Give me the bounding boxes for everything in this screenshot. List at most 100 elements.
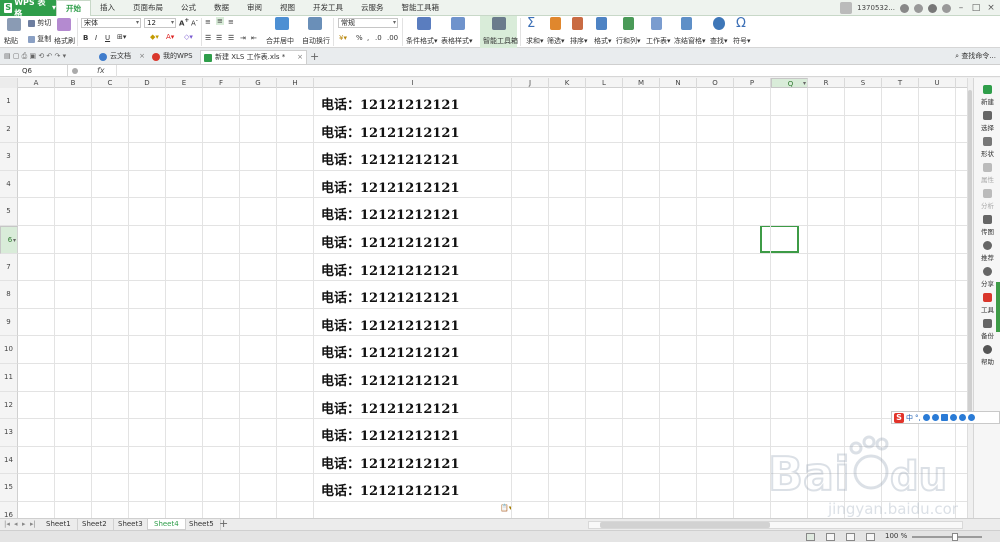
row-header-14[interactable]: 14 bbox=[0, 446, 18, 475]
cell-i7[interactable]: 电话：12121212121 bbox=[321, 260, 460, 279]
sogou-icon[interactable]: S bbox=[894, 412, 904, 423]
decrease-decimal-icon[interactable]: .00 bbox=[387, 34, 398, 42]
column-header-d[interactable]: D bbox=[129, 78, 166, 88]
spreadsheet-grid[interactable]: ABCDEFGHIJKLMNOPQRSTU 📋▾ 123456789101112… bbox=[0, 78, 967, 518]
sheet-nav-first-icon[interactable]: |◂ bbox=[4, 520, 10, 528]
row-col-icon[interactable] bbox=[623, 17, 634, 30]
skin-icon[interactable] bbox=[958, 414, 966, 421]
sort-button[interactable]: 排序▾ bbox=[570, 36, 588, 46]
increase-decimal-icon[interactable]: .0 bbox=[375, 34, 382, 42]
format-button[interactable]: 格式▾ bbox=[594, 36, 612, 46]
row-header-4[interactable]: 4 bbox=[0, 170, 18, 199]
cell-i1[interactable]: 电话：12121212121 bbox=[321, 94, 460, 113]
paste-icon[interactable] bbox=[7, 18, 21, 31]
column-header-c[interactable]: C bbox=[92, 78, 129, 88]
sheet-nav-last-icon[interactable]: ▸| bbox=[30, 520, 36, 528]
filter-button[interactable]: 筛选▾ bbox=[547, 36, 565, 46]
ime-toolbar[interactable]: S 中 °, bbox=[891, 411, 1000, 424]
paste-options-icon[interactable]: 📋▾ bbox=[500, 504, 516, 514]
tab-cloud-docs[interactable]: 云文档 × bbox=[96, 50, 148, 64]
row-header-11[interactable]: 11 bbox=[0, 364, 18, 392]
auto-wrap-button[interactable]: 自动换行 bbox=[302, 36, 330, 46]
smart-toolbox-button[interactable]: 智能工具箱 bbox=[483, 36, 518, 46]
tab-view[interactable]: 视图 bbox=[271, 0, 304, 16]
tab-review[interactable]: 审阅 bbox=[238, 0, 271, 16]
currency-icon[interactable]: ¥▾ bbox=[339, 34, 347, 42]
voice-icon[interactable] bbox=[931, 414, 939, 421]
clock-icon[interactable] bbox=[900, 3, 909, 13]
cell-i14[interactable]: 电话：12121212121 bbox=[321, 453, 460, 472]
outdent-icon[interactable]: ⇤ bbox=[251, 34, 257, 42]
column-header-f[interactable]: F bbox=[203, 78, 240, 88]
settings-icon[interactable] bbox=[928, 3, 937, 13]
column-header-n[interactable]: N bbox=[660, 78, 697, 88]
tab-smart-toolbox[interactable]: 智能工具箱 bbox=[393, 0, 449, 16]
fill-color-icon[interactable]: ◆▾ bbox=[150, 33, 159, 41]
tab-data[interactable]: 数据 bbox=[205, 0, 238, 16]
cell-i13[interactable]: 电话：12121212121 bbox=[321, 425, 460, 444]
sheet-nav-next-icon[interactable]: ▸ bbox=[22, 520, 26, 528]
side-panel-toggle[interactable] bbox=[996, 282, 1000, 332]
zoom-level[interactable]: 100 % bbox=[885, 532, 907, 540]
reading-mode-icon[interactable] bbox=[866, 533, 875, 541]
vertical-scroll-thumb[interactable] bbox=[968, 90, 972, 420]
percent-button[interactable]: % bbox=[356, 34, 363, 42]
column-header-o[interactable]: O bbox=[697, 78, 734, 88]
quick-access-toolbar[interactable]: ▤ ▢ ⎙ ▣ ⟲ ↶ ↷ ▾ bbox=[4, 52, 66, 61]
close-tab-icon[interactable]: × bbox=[297, 51, 303, 64]
cell-i11[interactable]: 电话：12121212121 bbox=[321, 370, 460, 389]
side-help[interactable]: 帮助 bbox=[974, 342, 1000, 368]
side-properties[interactable]: 属性 bbox=[974, 160, 1000, 186]
page-break-view-icon[interactable] bbox=[846, 533, 855, 541]
font-color-icon[interactable]: A▾ bbox=[166, 33, 174, 41]
freeze-panes-button[interactable]: 冻结窗格▾ bbox=[674, 36, 706, 46]
sheet-tab-3[interactable]: Sheet3 bbox=[112, 519, 150, 530]
row-header-2[interactable]: 2 bbox=[0, 115, 18, 144]
row-header-15[interactable]: 15 bbox=[0, 474, 18, 502]
cell-i6[interactable]: 电话：12121212121 bbox=[321, 232, 460, 251]
underline-button[interactable]: U bbox=[105, 34, 110, 42]
bold-button[interactable]: B bbox=[83, 34, 88, 42]
active-cell-q6[interactable] bbox=[760, 225, 799, 253]
auto-wrap-icon[interactable] bbox=[308, 17, 322, 30]
column-header-p[interactable]: P bbox=[734, 78, 771, 88]
conditional-format-button[interactable]: 条件格式▾ bbox=[406, 36, 438, 46]
search-command-box[interactable]: ⌕ 查找命令... bbox=[955, 51, 996, 61]
symbol-icon[interactable]: Ω bbox=[736, 16, 746, 31]
merge-center-icon[interactable] bbox=[275, 17, 289, 30]
column-header-k[interactable]: K bbox=[549, 78, 586, 88]
sheet-tab-1[interactable]: Sheet1 bbox=[40, 519, 78, 530]
horizontal-scroll-thumb[interactable] bbox=[600, 522, 770, 528]
find-icon[interactable] bbox=[713, 17, 725, 30]
cell-i10[interactable]: 电话：12121212121 bbox=[321, 342, 460, 361]
cell-i5[interactable]: 电话：12121212121 bbox=[321, 204, 460, 223]
keyboard-icon[interactable] bbox=[940, 414, 948, 421]
row-header-6[interactable]: 6 bbox=[0, 226, 18, 254]
row-header-13[interactable]: 13 bbox=[0, 419, 18, 447]
user-name[interactable]: 1370532... bbox=[857, 4, 895, 12]
find-button[interactable]: 查找▾ bbox=[710, 36, 728, 46]
italic-button[interactable]: I bbox=[95, 34, 97, 42]
cut-button[interactable]: 剪切 bbox=[28, 18, 51, 28]
side-shape[interactable]: 形状 bbox=[974, 134, 1000, 160]
column-header-e[interactable]: E bbox=[166, 78, 203, 88]
align-middle-icon[interactable]: ≡ bbox=[216, 17, 224, 25]
cell-i15[interactable]: 电话：12121212121 bbox=[321, 480, 460, 499]
add-sheet-button[interactable]: + bbox=[219, 517, 228, 530]
cell-i4[interactable]: 电话：12121212121 bbox=[321, 177, 460, 196]
cell-i12[interactable]: 电话：12121212121 bbox=[321, 398, 460, 417]
tab-formulas[interactable]: 公式 bbox=[172, 0, 205, 16]
column-header-l[interactable]: L bbox=[586, 78, 623, 88]
column-header-u[interactable]: U bbox=[919, 78, 956, 88]
zoom-slider[interactable] bbox=[912, 536, 982, 538]
grow-font-icon[interactable]: A+ bbox=[179, 18, 189, 27]
font-name-select[interactable]: 宋体 bbox=[81, 18, 141, 28]
side-analysis[interactable]: 分析 bbox=[974, 186, 1000, 212]
align-right-icon[interactable]: ☰ bbox=[228, 34, 234, 42]
emoji-icon[interactable] bbox=[922, 414, 930, 421]
column-header-h[interactable]: H bbox=[277, 78, 314, 88]
formula-input[interactable] bbox=[116, 65, 956, 77]
row-header-10[interactable]: 10 bbox=[0, 336, 18, 364]
tab-page-layout[interactable]: 页面布局 bbox=[124, 0, 172, 16]
sheet-nav-prev-icon[interactable]: ◂ bbox=[14, 520, 18, 528]
